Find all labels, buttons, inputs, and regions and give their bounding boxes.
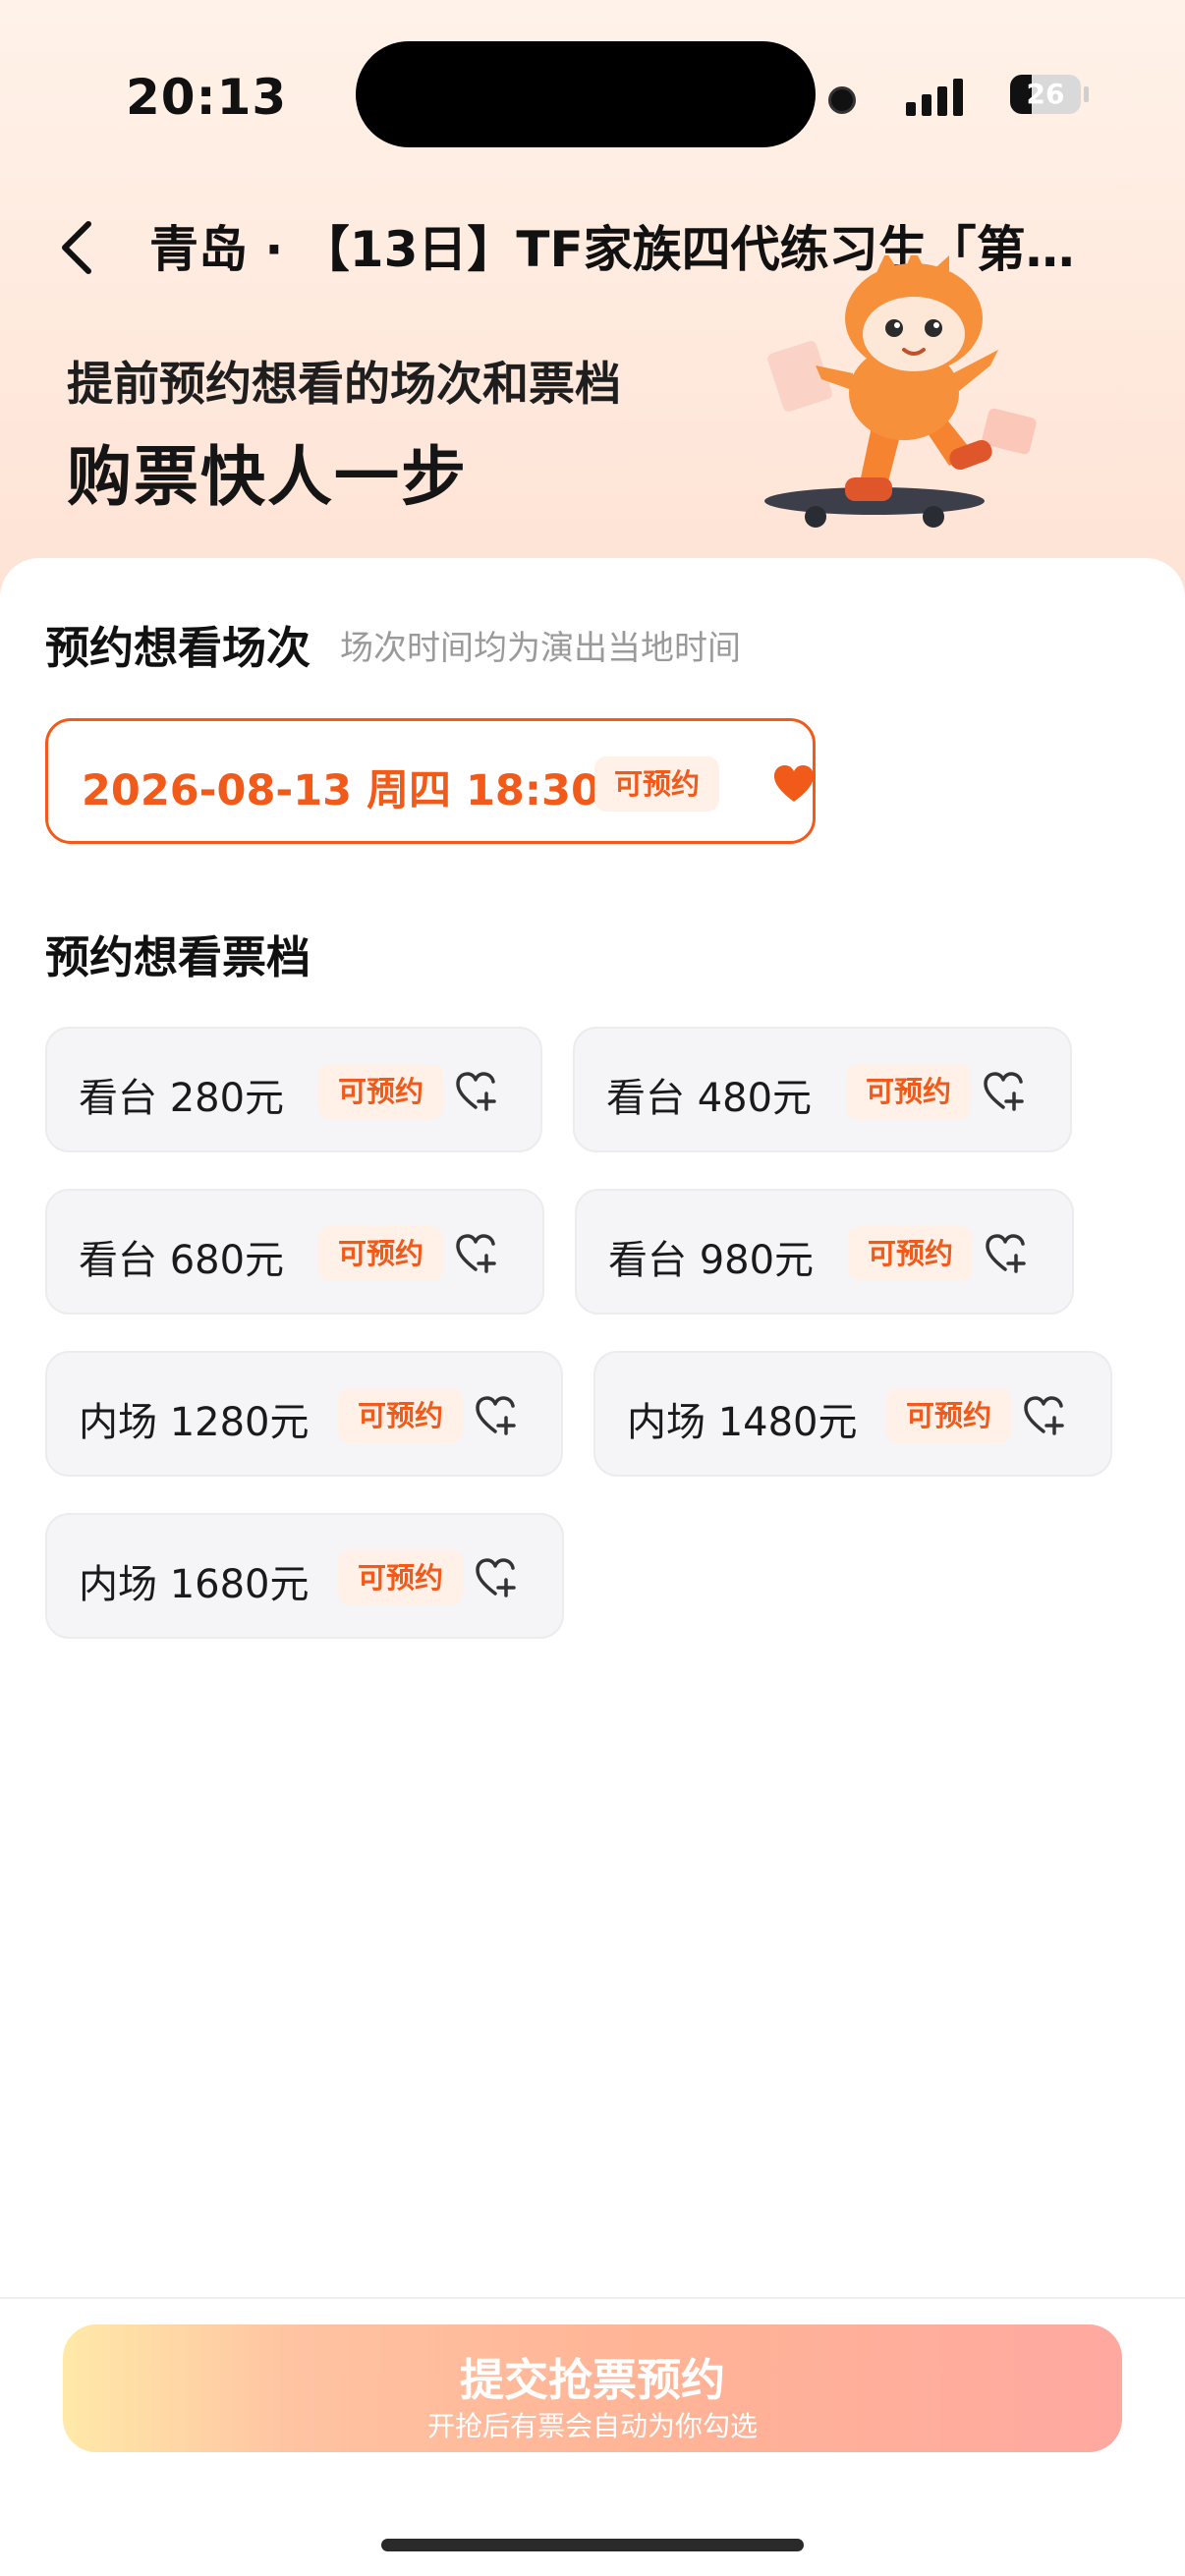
hero-title: 购票快人一步 xyxy=(67,439,468,515)
tier-label: 内场 1280元 xyxy=(79,1400,310,1445)
submit-button-sublabel: 开抢后有票会自动为你勾选 xyxy=(426,2410,758,2442)
status-bar: 20:13 26 xyxy=(0,0,1185,177)
tier-option[interactable]: 看台 280元 可预约 xyxy=(45,1027,542,1152)
battery-icon: 26 xyxy=(1010,75,1081,114)
heart-plus-icon[interactable] xyxy=(984,1072,1025,1111)
home-indicator[interactable] xyxy=(381,2539,804,2551)
battery-level: 26 xyxy=(1026,78,1065,110)
tier-option[interactable]: 内场 1280元 可预约 xyxy=(45,1351,563,1477)
status-badge: 可预约 xyxy=(338,1550,464,1605)
tier-label: 看台 980元 xyxy=(608,1238,815,1283)
status-time: 20:13 xyxy=(126,69,288,126)
submit-button-label: 提交抢票预约 xyxy=(459,2354,725,2406)
camera-dot xyxy=(828,86,856,114)
heart-plus-icon[interactable] xyxy=(456,1072,497,1111)
heart-plus-icon[interactable] xyxy=(986,1234,1027,1273)
tier-option[interactable]: 内场 1680元 可预约 xyxy=(45,1513,564,1639)
heart-filled-icon[interactable] xyxy=(773,764,815,804)
signal-icon xyxy=(906,79,963,116)
battery-cap xyxy=(1084,86,1089,102)
status-badge: 可预约 xyxy=(848,1226,974,1281)
tier-option[interactable]: 内场 1480元 可预约 xyxy=(593,1351,1112,1477)
status-badge: 可预约 xyxy=(886,1388,1012,1443)
footer-divider xyxy=(0,2297,1185,2299)
tier-label: 看台 280元 xyxy=(79,1076,285,1121)
tier-option[interactable]: 看台 680元 可预约 xyxy=(45,1189,544,1315)
status-badge: 可预约 xyxy=(318,1064,444,1119)
tier-option[interactable]: 看台 980元 可预约 xyxy=(575,1189,1074,1315)
session-section-hint: 场次时间均为演出当地时间 xyxy=(340,629,741,668)
session-datetime: 2026-08-13 周四 18:30 xyxy=(82,766,600,815)
status-badge: 可预约 xyxy=(338,1388,464,1443)
tier-section-title: 预约想看票档 xyxy=(45,931,311,983)
back-arrow-icon[interactable] xyxy=(55,218,104,277)
mascot-illustration xyxy=(764,255,1037,528)
submit-reservation-button[interactable]: 提交抢票预约 开抢后有票会自动为你勾选 xyxy=(63,2324,1122,2452)
tier-label: 看台 480元 xyxy=(606,1076,813,1121)
status-badge: 可预约 xyxy=(846,1064,972,1119)
tier-label: 内场 1680元 xyxy=(79,1562,310,1607)
tier-label: 看台 680元 xyxy=(79,1238,285,1283)
tier-label: 内场 1480元 xyxy=(627,1400,858,1445)
tier-option[interactable]: 看台 480元 可预约 xyxy=(573,1027,1072,1152)
session-option-selected[interactable]: 2026-08-13 周四 18:30 可预约 xyxy=(45,718,816,844)
heart-plus-icon[interactable] xyxy=(476,1558,517,1597)
status-badge: 可预约 xyxy=(318,1226,444,1281)
heart-plus-icon[interactable] xyxy=(476,1396,517,1435)
dynamic-island xyxy=(356,41,816,147)
session-section-title: 预约想看场次 xyxy=(45,622,311,674)
heart-plus-icon[interactable] xyxy=(456,1234,497,1273)
hero-subtitle: 提前预约想看的场次和票档 xyxy=(67,358,621,412)
status-badge: 可预约 xyxy=(594,756,720,812)
heart-plus-icon[interactable] xyxy=(1024,1396,1065,1435)
